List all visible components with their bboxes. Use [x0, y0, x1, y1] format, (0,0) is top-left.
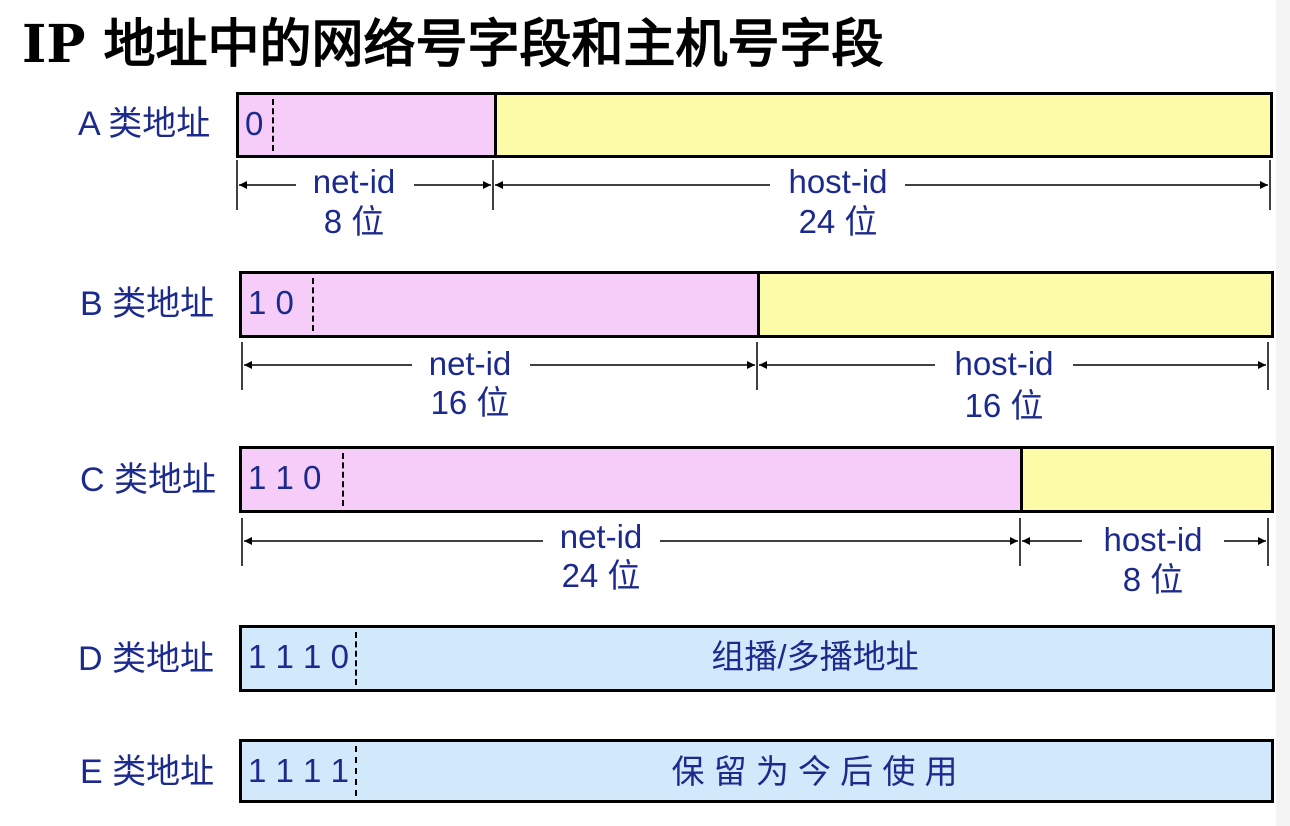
dimension-lines — [236, 160, 1271, 566]
